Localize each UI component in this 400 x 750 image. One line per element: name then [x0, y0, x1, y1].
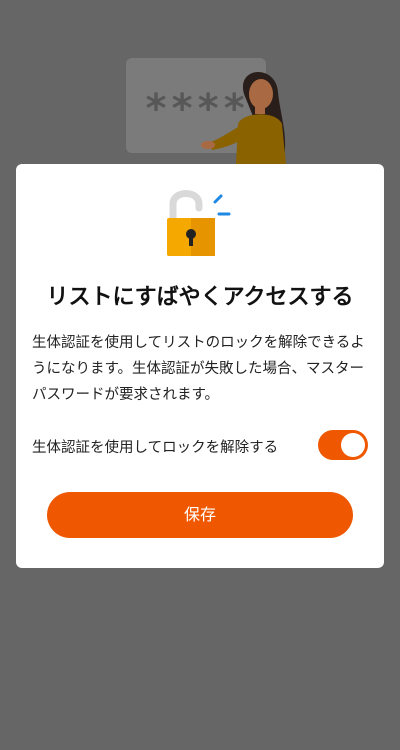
- biometric-toggle-row: 生体認証を使用してロックを解除する: [32, 428, 368, 464]
- biometric-toggle[interactable]: [318, 430, 368, 460]
- toggle-knob: [341, 433, 365, 457]
- background-illustration: ****: [126, 58, 286, 164]
- person-illustration: [201, 71, 286, 164]
- dialog-title: リストにすばやくアクセスする: [46, 285, 354, 310]
- unlocked-padlock-icon: [167, 190, 231, 256]
- dialog-description: 生体認証を使用してリストのロックを解除できるようになります。生体認証が失敗した場…: [32, 335, 365, 403]
- biometric-toggle-label: 生体認証を使用してロックを解除する: [32, 440, 279, 456]
- save-button[interactable]: 保存: [47, 492, 353, 538]
